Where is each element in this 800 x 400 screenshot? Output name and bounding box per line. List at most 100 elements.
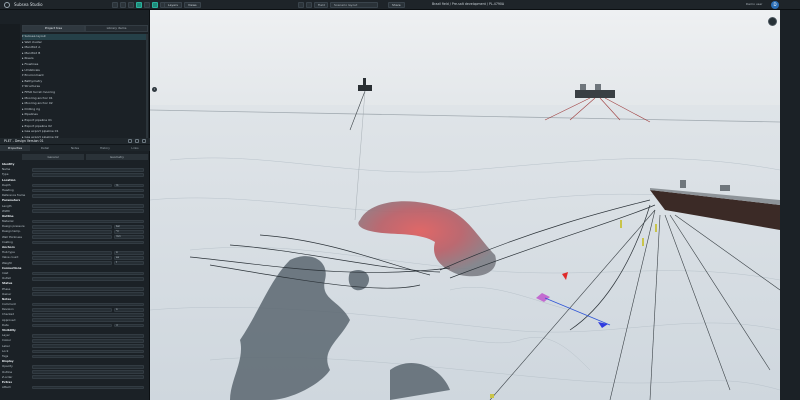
pin-icon[interactable] bbox=[128, 139, 132, 143]
layers-button[interactable]: Layers bbox=[164, 2, 182, 8]
info-badge[interactable]: i bbox=[152, 87, 157, 92]
property-input[interactable] bbox=[32, 240, 144, 245]
property-label: Design temp. bbox=[2, 229, 21, 234]
property-label: Visibility bbox=[2, 328, 16, 332]
move-tool-icon[interactable] bbox=[136, 2, 142, 8]
property-input[interactable] bbox=[32, 375, 144, 380]
property-label: Depth bbox=[2, 182, 11, 187]
property-input[interactable] bbox=[32, 370, 144, 374]
measure-tool-icon[interactable] bbox=[152, 2, 158, 8]
undo-icon[interactable] bbox=[120, 2, 126, 8]
scene-canvas[interactable] bbox=[150, 10, 780, 400]
tab-history[interactable]: History bbox=[90, 145, 120, 151]
property-label: Parameters bbox=[2, 198, 21, 203]
select-tool-icon[interactable] bbox=[112, 2, 118, 8]
unit-select[interactable]: d bbox=[114, 323, 144, 328]
property-input[interactable] bbox=[32, 193, 144, 198]
close-icon[interactable] bbox=[142, 139, 146, 143]
unit-select[interactable]: A bbox=[114, 308, 144, 312]
property-input[interactable] bbox=[32, 256, 112, 260]
nav-back-icon[interactable] bbox=[298, 2, 304, 8]
tab-project-tree[interactable]: Project tree bbox=[22, 25, 85, 32]
tab-notes[interactable]: Notes bbox=[60, 145, 90, 151]
property-label: Revision bbox=[2, 307, 14, 312]
app-title: Subsea Studio bbox=[14, 2, 43, 7]
property-label: Approved bbox=[2, 317, 16, 322]
expand-icon[interactable] bbox=[135, 139, 139, 143]
property-input[interactable] bbox=[32, 225, 112, 229]
nav-forward-icon[interactable] bbox=[306, 2, 312, 8]
property-input[interactable] bbox=[32, 250, 112, 255]
app-logo-icon[interactable] bbox=[4, 2, 10, 8]
3d-viewport[interactable] bbox=[150, 10, 780, 400]
property-input[interactable] bbox=[32, 167, 144, 172]
subtab-geometry[interactable]: Geometry bbox=[86, 154, 148, 160]
tree-scrollbar[interactable] bbox=[146, 34, 148, 144]
redo-icon[interactable] bbox=[128, 2, 134, 8]
property-input[interactable] bbox=[32, 292, 144, 297]
property-input[interactable] bbox=[32, 339, 144, 343]
view-group: Layers Views bbox=[164, 1, 201, 9]
unit-select[interactable]: in bbox=[114, 250, 144, 255]
property-label: Colour bbox=[2, 338, 12, 343]
rotate-tool-icon[interactable] bbox=[144, 2, 150, 8]
property-input[interactable] bbox=[32, 230, 112, 234]
unit-select[interactable]: t bbox=[114, 261, 144, 265]
avatar[interactable]: D bbox=[771, 1, 779, 9]
property-input[interactable] bbox=[32, 204, 144, 208]
field-dropdown[interactable]: Field bbox=[314, 2, 328, 8]
property-input[interactable] bbox=[32, 287, 144, 291]
property-input[interactable] bbox=[32, 344, 144, 348]
scenario-dropdown[interactable]: Scenario layout bbox=[330, 2, 378, 8]
property-label: Name bbox=[2, 167, 11, 172]
property-label: Type bbox=[2, 172, 9, 177]
unit-select[interactable]: mm bbox=[114, 235, 144, 240]
property-input[interactable] bbox=[32, 276, 144, 281]
property-input[interactable] bbox=[32, 349, 144, 354]
context-group: Field Scenario layout Share bbox=[298, 1, 405, 9]
property-input[interactable] bbox=[32, 261, 112, 265]
tab-properties[interactable]: Properties bbox=[0, 145, 30, 151]
property-input[interactable] bbox=[32, 333, 144, 338]
left-panel: Project tree Library items ▾ Subsea layo… bbox=[0, 10, 150, 400]
unit-select[interactable]: bar bbox=[114, 225, 144, 229]
property-label: Date bbox=[2, 322, 9, 327]
views-button[interactable]: Views bbox=[183, 2, 201, 8]
right-rail bbox=[780, 10, 800, 400]
property-label: Valve count bbox=[2, 255, 19, 260]
property-input[interactable] bbox=[32, 209, 144, 214]
property-input[interactable] bbox=[32, 183, 112, 188]
property-input[interactable] bbox=[32, 173, 144, 177]
property-input[interactable] bbox=[32, 308, 112, 312]
tab-library-items[interactable]: Library items bbox=[85, 25, 148, 32]
property-input[interactable] bbox=[32, 318, 144, 323]
property-input[interactable] bbox=[32, 365, 144, 369]
tab-detail[interactable]: Detail bbox=[30, 145, 60, 151]
property-label: Outline bbox=[2, 369, 13, 374]
property-input[interactable] bbox=[32, 385, 144, 390]
unit-select[interactable]: m bbox=[114, 183, 144, 188]
user-name[interactable]: Demo user bbox=[746, 2, 762, 6]
subtab-general[interactable]: General bbox=[22, 154, 84, 160]
property-input[interactable] bbox=[32, 271, 144, 276]
property-input[interactable] bbox=[32, 188, 144, 193]
tab-links[interactable]: Links bbox=[120, 145, 150, 151]
unit-select[interactable]: ea bbox=[114, 256, 144, 260]
property-input[interactable] bbox=[32, 219, 144, 224]
unit-select[interactable]: °C bbox=[114, 230, 144, 234]
compass-icon[interactable] bbox=[768, 17, 777, 26]
property-label: Connections bbox=[2, 265, 22, 270]
property-input[interactable] bbox=[32, 354, 144, 359]
property-input[interactable] bbox=[32, 302, 144, 307]
property-input[interactable] bbox=[32, 235, 112, 240]
property-label: Outlet bbox=[2, 276, 11, 281]
property-label: Design pressure bbox=[2, 224, 25, 229]
property-label: Label bbox=[2, 343, 10, 348]
property-input[interactable] bbox=[32, 313, 144, 317]
share-button[interactable]: Share bbox=[388, 2, 405, 8]
property-label: Weight bbox=[2, 260, 12, 265]
property-label: Attach bbox=[2, 385, 12, 390]
property-label: Identity bbox=[2, 162, 15, 166]
property-label: Material bbox=[2, 219, 14, 224]
property-input[interactable] bbox=[32, 323, 112, 328]
